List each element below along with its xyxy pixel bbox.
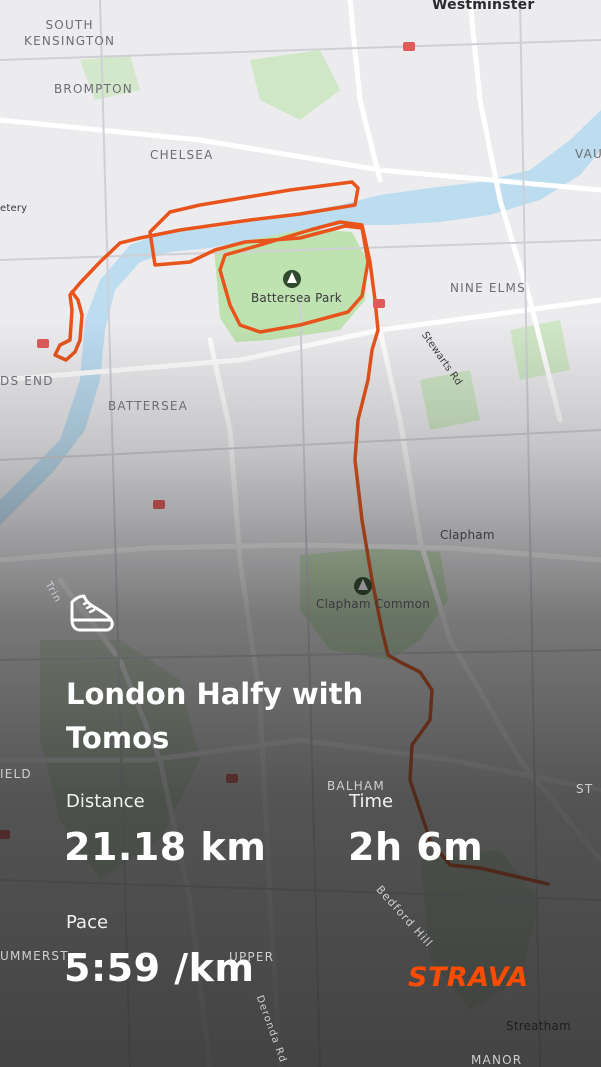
pace-value: 5:59 /km: [64, 946, 255, 990]
map-label-chelsea: CHELSEA: [150, 148, 214, 162]
tree-icon: [283, 270, 301, 288]
distance-value: 21.18 km: [64, 825, 267, 869]
map-label-clapham-common: Clapham Common: [316, 597, 430, 611]
tree-icon: [354, 577, 372, 595]
map-label-field: IELD: [0, 767, 32, 781]
map-label-clapham: Clapham: [440, 528, 495, 542]
activity-share-card: Westminster SOUTH KENSINGTON BROMPTON CH…: [0, 0, 601, 1067]
map-label-st: ST: [576, 782, 594, 796]
distance-label: Distance: [66, 791, 145, 812]
map-label-sands-end: DS END: [0, 374, 54, 388]
time-value: 2h 6m: [348, 825, 484, 869]
running-shoe-icon: [70, 594, 114, 632]
map-label-nine-elms: NINE ELMS: [450, 281, 526, 295]
time-label: Time: [349, 791, 394, 812]
activity-title: London Halfy with Tomos: [66, 677, 364, 755]
pace-label: Pace: [66, 912, 109, 933]
map-label-battersea: BATTERSEA: [108, 399, 189, 413]
map-label-south-kensington: SOUTH KENSINGTON: [24, 18, 116, 48]
strava-logo: STRAVA: [408, 962, 529, 993]
map-label-brompton: BROMPTON: [54, 82, 133, 96]
map-label-vauxhall: VAU: [575, 147, 601, 161]
map-label-battersea-park: Battersea Park: [251, 291, 342, 305]
map-label-streatham: Streatham: [506, 1019, 571, 1033]
route-map: [0, 0, 601, 1067]
map-label-manor: MANOR: [471, 1053, 523, 1067]
map-label-westminster: Westminster: [432, 0, 535, 13]
map-label-cemetery: etery: [0, 203, 28, 214]
map-label-summerstown: UMMERST: [0, 949, 69, 963]
